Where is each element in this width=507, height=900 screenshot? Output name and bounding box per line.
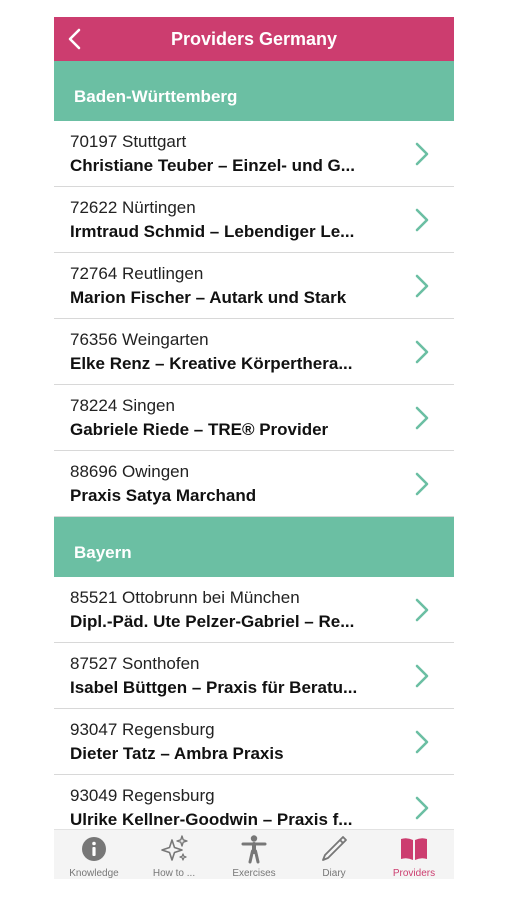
- item-name: Irmtraud Schmid – Lebendiger Le...: [70, 222, 355, 241]
- tab-knowledge[interactable]: Knowledge: [54, 830, 134, 879]
- item-name: Dipl.-Päd. Ute Pelzer-Gabriel – Re...: [70, 612, 355, 631]
- chevron-right-icon: [415, 142, 429, 166]
- item-location: 93049 Regensburg: [70, 786, 215, 805]
- item-name: Marion Fischer – Autark und Stark: [70, 288, 347, 307]
- chevron-right-icon: [415, 472, 429, 496]
- pencil-icon: [322, 836, 347, 861]
- item-location: 78224 Singen: [70, 396, 175, 415]
- providers-list[interactable]: Baden-Württemberg 70197 Stuttgart Christ…: [54, 61, 454, 829]
- chevron-right-icon: [415, 208, 429, 232]
- item-location: 76356 Weingarten: [70, 330, 209, 349]
- sparkles-icon: [161, 835, 188, 861]
- item-name: Christiane Teuber – Einzel- und G...: [70, 156, 355, 175]
- item-location: 72764 Reutlingen: [70, 264, 204, 283]
- item-name: Elke Renz – Kreative Körperthera...: [70, 354, 353, 373]
- tab-label: How to ...: [152, 868, 196, 879]
- item-name: Gabriele Riede – TRE® Provider: [70, 420, 329, 439]
- list-item[interactable]: 87527 Sonthofen Isabel Büttgen – Praxis …: [54, 643, 454, 709]
- chevron-right-icon: [415, 730, 429, 754]
- list-item[interactable]: 76356 Weingarten Elke Renz – Kreative Kö…: [54, 319, 454, 385]
- list-item[interactable]: 72764 Reutlingen Marion Fischer – Autark…: [54, 253, 454, 319]
- item-name: Isabel Büttgen – Praxis für Beratu...: [70, 678, 358, 697]
- tab-label: Diary: [322, 868, 346, 879]
- nav-bar: Providers Germany: [54, 17, 454, 61]
- tab-diary[interactable]: Diary: [294, 830, 374, 879]
- person-icon: [241, 835, 267, 864]
- list-item[interactable]: 78224 Singen Gabriele Riede – TRE® Provi…: [54, 385, 454, 451]
- list-item[interactable]: 70197 Stuttgart Christiane Teuber – Einz…: [54, 121, 454, 187]
- chevron-right-icon: [415, 664, 429, 688]
- item-name: Praxis Satya Marchand: [70, 486, 257, 505]
- chevron-right-icon: [415, 598, 429, 622]
- item-location: 85521 Ottobrunn bei München: [70, 588, 300, 607]
- item-location: 87527 Sonthofen: [70, 654, 200, 673]
- chevron-right-icon: [415, 340, 429, 364]
- tab-providers[interactable]: Providers: [374, 830, 454, 879]
- list-item[interactable]: 72622 Nürtingen Irmtraud Schmid – Lebend…: [54, 187, 454, 253]
- book-icon: [401, 838, 427, 860]
- list-item[interactable]: 88696 Owingen Praxis Satya Marchand: [54, 451, 454, 517]
- chevron-right-icon: [415, 274, 429, 298]
- info-icon: [82, 837, 106, 861]
- app-screen: Providers Germany Baden-Württemberg 7019…: [54, 17, 454, 879]
- list-item[interactable]: 85521 Ottobrunn bei München Dipl.-Päd. U…: [54, 577, 454, 643]
- item-name: Dieter Tatz – Ambra Praxis: [70, 744, 284, 763]
- item-location: 88696 Owingen: [70, 462, 190, 481]
- item-location: 72622 Nürtingen: [70, 198, 196, 217]
- chevron-right-icon: [415, 406, 429, 430]
- tab-label: Providers: [392, 868, 436, 879]
- section-header: Baden-Württemberg: [54, 61, 454, 121]
- tab-bar: Knowledge How to ... Exercises Diary Pro…: [54, 829, 454, 879]
- item-location: 93047 Regensburg: [70, 720, 215, 739]
- chevron-right-icon: [415, 796, 429, 820]
- section-header: Bayern: [54, 517, 454, 577]
- item-location: 70197 Stuttgart: [70, 132, 187, 151]
- list-item[interactable]: 93047 Regensburg Dieter Tatz – Ambra Pra…: [54, 709, 454, 775]
- tab-exercises[interactable]: Exercises: [214, 830, 294, 879]
- page-title: Providers Germany: [170, 29, 338, 49]
- item-name: Ulrike Kellner-Goodwin – Praxis f...: [70, 810, 353, 829]
- tab-label: Exercises: [232, 868, 276, 879]
- tab-how-to[interactable]: How to ...: [134, 830, 214, 879]
- tab-label: Knowledge: [69, 868, 119, 879]
- list-item[interactable]: 93049 Regensburg Ulrike Kellner-Goodwin …: [54, 775, 454, 829]
